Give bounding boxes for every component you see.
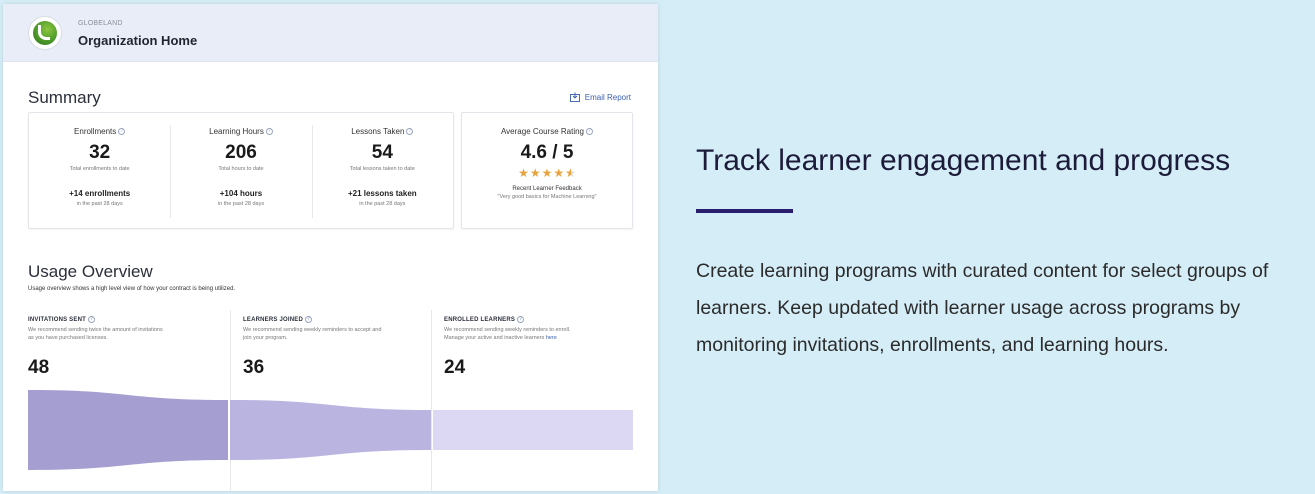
email-report-label: Email Report xyxy=(584,92,631,102)
stat-value: 32 xyxy=(89,142,111,163)
email-report-button[interactable]: Email Report xyxy=(569,92,631,102)
stat-value: 54 xyxy=(371,142,393,163)
dashboard-card: GLOBELAND Organization Home Summary Emai… xyxy=(3,4,658,491)
usage-note: We recommend sending weekly reminders to… xyxy=(243,327,382,341)
usage-heading: Usage Overview xyxy=(28,262,153,281)
manage-learners-link[interactable]: here xyxy=(546,335,557,341)
star-icon: ★ xyxy=(529,166,541,180)
usage-head: ENROLLED LEARNERS xyxy=(444,316,516,323)
stat-label: Learning Hours xyxy=(209,127,264,136)
summary-stats-panel: Enrollments? 32 Total enrollments to dat… xyxy=(28,112,454,229)
info-icon[interactable]: ? xyxy=(87,316,95,323)
feedback-label: Recent Learner Feedback xyxy=(512,186,582,192)
info-icon[interactable]: ? xyxy=(517,316,525,323)
globeland-logo-icon[interactable] xyxy=(28,16,62,50)
stat-delta-sub: in the past 28 days xyxy=(359,201,406,207)
usage-value: 48 xyxy=(28,357,50,378)
usage-description: Usage overview shows a high level view o… xyxy=(28,286,236,292)
info-icon[interactable]: ? xyxy=(265,128,273,135)
funnel-segment xyxy=(433,410,633,450)
download-icon xyxy=(569,92,580,102)
course-rating-panel: Average Course Rating? 4.6 / 5 ★★★★★ Rec… xyxy=(461,112,633,229)
usage-value: 24 xyxy=(444,357,466,378)
star-icon: ★ xyxy=(518,166,529,180)
app-header: GLOBELAND Organization Home xyxy=(3,4,658,62)
rating-value: 4.6 / 5 xyxy=(520,142,574,163)
stat-delta: +21 lessons taken xyxy=(347,189,417,198)
funnel-segment xyxy=(230,400,431,460)
marketing-title: Track learner engagement and progress xyxy=(696,144,1231,177)
stat-value: 206 xyxy=(225,142,257,163)
star-icon: ★ xyxy=(541,166,553,180)
usage-note: We recommend sending weekly reminders to… xyxy=(444,326,584,342)
usage-head: LEARNERS JOINED xyxy=(243,316,304,323)
stat-label: Lessons Taken xyxy=(351,127,405,136)
stat-lessons-taken: Lessons Taken? 54 Total lessons taken to… xyxy=(311,113,453,228)
star-icon: ★ xyxy=(565,167,576,179)
stat-enrollments: Enrollments? 32 Total enrollments to dat… xyxy=(29,113,170,228)
stat-sub: Total lessons taken to date xyxy=(349,166,415,172)
feedback-quote: "Very good basics for Machine Learning" xyxy=(497,194,597,200)
page-title: Organization Home xyxy=(78,33,198,48)
org-eyebrow: GLOBELAND xyxy=(78,20,123,27)
stat-delta: +14 enrollments xyxy=(69,189,131,198)
stat-delta: +104 hours xyxy=(219,189,263,198)
stat-learning-hours: Learning Hours? 206 Total hours to date … xyxy=(170,113,311,228)
summary-heading: Summary xyxy=(28,88,101,107)
rating-label: Average Course Rating xyxy=(500,127,584,136)
usage-funnel-chart xyxy=(28,390,633,470)
star-rating: ★ ★ ★ ★ ★ xyxy=(462,167,632,179)
stat-delta-sub: in the past 28 days xyxy=(217,201,265,207)
star-icon: ★ xyxy=(553,166,565,180)
marketing-accent-rule xyxy=(696,209,793,213)
info-icon[interactable]: ? xyxy=(118,128,126,135)
funnel-segment xyxy=(28,390,228,470)
usage-head: INVITATIONS SENT xyxy=(28,316,86,323)
usage-value: 36 xyxy=(243,357,265,378)
info-icon[interactable]: ? xyxy=(586,128,593,135)
info-icon[interactable]: ? xyxy=(305,316,313,323)
info-icon[interactable]: ? xyxy=(406,128,414,135)
stat-delta-sub: in the past 28 days xyxy=(76,201,123,207)
stat-sub: Total hours to date xyxy=(218,166,264,172)
usage-note: We recommend sending twice the amount of… xyxy=(28,327,163,341)
stat-sub: Total enrollments to date xyxy=(69,166,130,172)
marketing-body: Create learning programs with curated co… xyxy=(696,260,1269,356)
stat-label: Enrollments xyxy=(74,127,117,136)
